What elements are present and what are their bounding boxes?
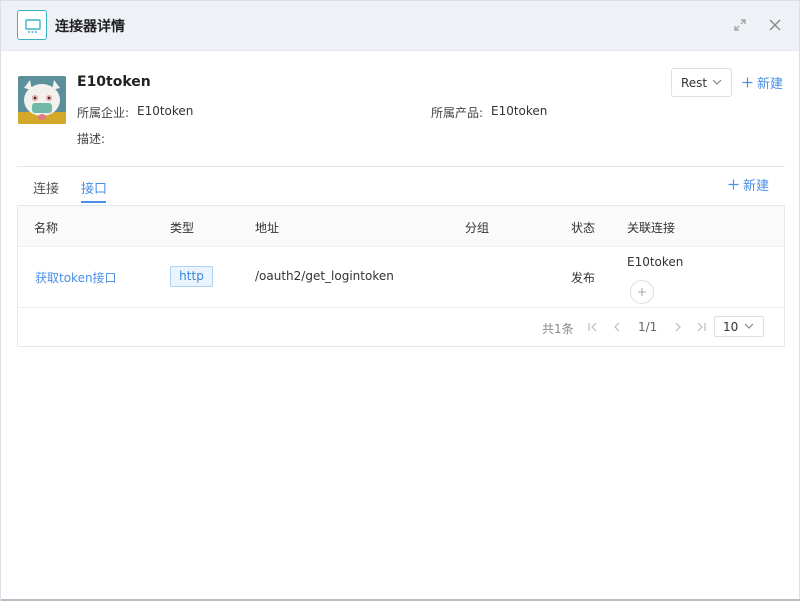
section-divider bbox=[17, 166, 785, 167]
interface-table: 名称 类型 地址 分组 状态 关联连接 获取token接口 http /oaut… bbox=[17, 205, 785, 347]
plus-icon bbox=[728, 179, 739, 189]
chevron-down-icon bbox=[712, 79, 722, 85]
connector-avatar bbox=[18, 76, 66, 124]
product-value: E10token bbox=[491, 104, 548, 118]
pagination: 共1条 1/1 10 bbox=[18, 308, 784, 346]
chevron-down-icon bbox=[744, 323, 754, 329]
next-page-icon[interactable] bbox=[672, 321, 684, 333]
page-size-value: 10 bbox=[723, 320, 739, 334]
plus-icon bbox=[638, 288, 646, 296]
new-connector-button[interactable]: 新建 bbox=[742, 73, 784, 92]
expand-icon[interactable] bbox=[733, 18, 747, 32]
last-page-icon[interactable] bbox=[695, 321, 707, 333]
close-icon[interactable] bbox=[768, 18, 782, 32]
interface-address: /oauth2/get_logintoken bbox=[255, 269, 394, 283]
new-connector-label: 新建 bbox=[757, 76, 784, 92]
tab-connection[interactable]: 连接 bbox=[33, 178, 59, 197]
table-row: 获取token接口 http /oauth2/get_logintoken 发布… bbox=[18, 247, 784, 308]
enterprise-label: 所属企业: bbox=[77, 106, 130, 120]
tab-interface[interactable]: 接口 bbox=[81, 178, 107, 197]
column-header-linked: 关联连接 bbox=[627, 221, 676, 235]
dialog-titlebar: 连接器详情 bbox=[1, 1, 799, 51]
new-interface-button[interactable]: 新建 bbox=[728, 175, 770, 194]
dialog-title: 连接器详情 bbox=[55, 19, 125, 35]
connector-name: E10token bbox=[77, 74, 151, 90]
prev-page-icon[interactable] bbox=[611, 321, 623, 333]
interface-type-tag: http bbox=[170, 266, 213, 287]
table-header: 名称 类型 地址 分组 状态 关联连接 bbox=[18, 206, 784, 247]
column-header-status: 状态 bbox=[571, 221, 596, 235]
description-label: 描述: bbox=[77, 132, 106, 146]
new-interface-label: 新建 bbox=[743, 178, 770, 194]
connector-type-value: Rest bbox=[681, 76, 708, 90]
plus-icon bbox=[742, 77, 753, 87]
monitor-icon bbox=[17, 10, 47, 40]
first-page-icon[interactable] bbox=[587, 321, 599, 333]
linked-connection: E10token bbox=[627, 255, 684, 269]
column-header-type: 类型 bbox=[170, 221, 195, 235]
column-header-group: 分组 bbox=[465, 221, 490, 235]
column-header-name: 名称 bbox=[34, 221, 59, 235]
product-label: 所属产品: bbox=[431, 106, 484, 120]
active-tab-indicator bbox=[81, 201, 106, 203]
add-linked-connection-button[interactable] bbox=[630, 280, 654, 304]
interface-name-link[interactable]: 获取token接口 bbox=[35, 269, 117, 286]
enterprise-value: E10token bbox=[137, 104, 194, 118]
connector-type-select[interactable]: Rest bbox=[671, 68, 732, 97]
connector-detail-dialog: 连接器详情 E10token 所属企业: E10token 所属产品: E10t… bbox=[0, 0, 800, 601]
pagination-total: 共1条 bbox=[542, 322, 574, 336]
column-header-address: 地址 bbox=[255, 221, 280, 235]
pagination-page: 1/1 bbox=[638, 320, 658, 334]
interface-status: 发布 bbox=[571, 271, 596, 285]
page-size-select[interactable]: 10 bbox=[714, 316, 764, 337]
